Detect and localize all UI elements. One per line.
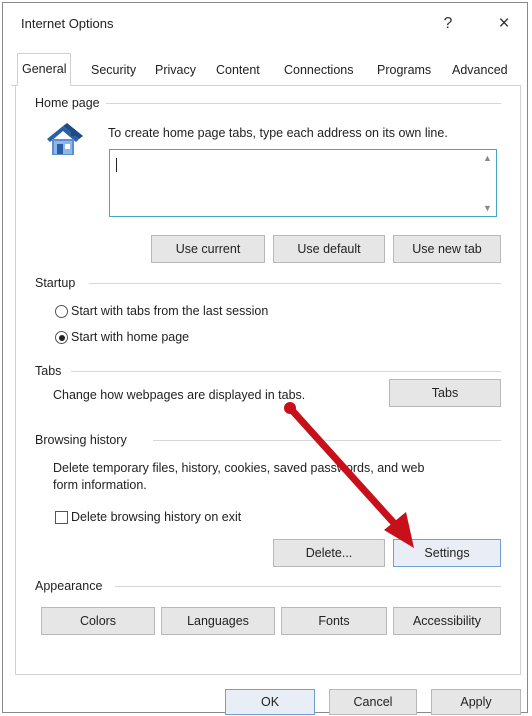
arrow-shaft	[286, 404, 406, 536]
red-arrow-annotation	[284, 402, 414, 548]
arrow-tail-dot	[284, 402, 296, 414]
